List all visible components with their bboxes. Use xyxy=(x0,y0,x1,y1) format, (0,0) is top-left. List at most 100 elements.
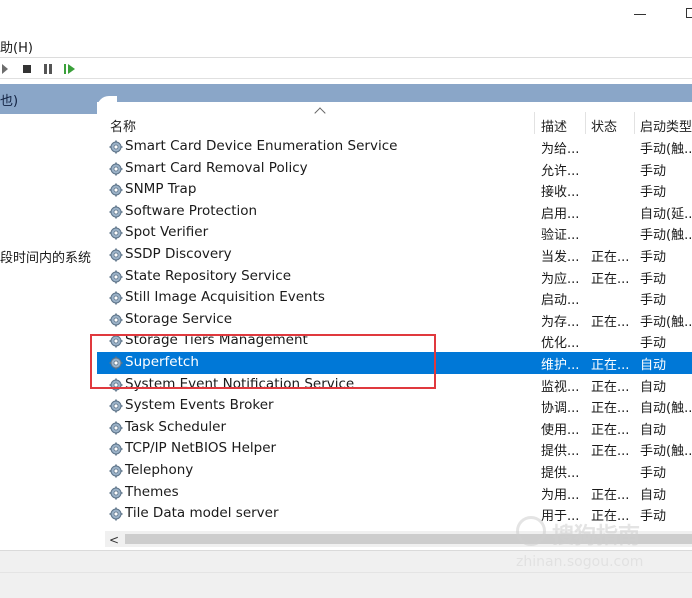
service-name: SNMP Trap xyxy=(125,181,197,198)
service-row[interactable]: Telephony 提供... 手动 xyxy=(97,460,692,482)
service-startup-type: 手动 xyxy=(640,271,667,287)
service-row[interactable]: State Repository Service 为应... 正在... 手动 xyxy=(97,266,692,288)
service-startup-type: 手动 xyxy=(640,185,667,201)
service-desc: 启用... xyxy=(541,206,580,222)
service-desc: 启动... xyxy=(541,293,580,309)
toolbar xyxy=(0,57,692,79)
restart-service-icon[interactable] xyxy=(64,64,76,74)
service-startup-type: 自动(延... xyxy=(640,206,692,222)
gear-icon xyxy=(109,442,123,456)
stop-service-icon[interactable] xyxy=(23,65,31,73)
service-name: SSDP Discovery xyxy=(125,246,232,262)
service-startup-type: 手动(触... xyxy=(640,444,692,460)
minimize-icon[interactable] xyxy=(634,6,648,20)
service-name: Themes xyxy=(125,483,179,500)
gear-icon xyxy=(109,486,123,500)
scroll-left-arrow[interactable]: < xyxy=(109,533,119,547)
gear-icon xyxy=(109,270,123,284)
service-name: Storage Service xyxy=(125,310,233,327)
menu-bar: 助(H) xyxy=(0,34,692,56)
service-startup-type: 自动 xyxy=(640,422,667,438)
service-name: Still Image Acquisition Events xyxy=(125,289,325,306)
service-startup-type: 手动 xyxy=(640,336,667,352)
service-desc: 为应... xyxy=(541,271,580,287)
service-startup-type: 手动 xyxy=(640,250,667,265)
gear-icon xyxy=(109,313,123,327)
service-row[interactable]: Spot Verifier 验证... 手动(触... xyxy=(97,222,692,244)
watermark-brand: 搜狗指南 xyxy=(552,524,641,549)
maximize-icon[interactable] xyxy=(686,8,692,18)
gear-icon xyxy=(109,183,123,197)
service-description-text: 段时间内的系统 xyxy=(0,251,92,266)
service-row[interactable]: Storage Service 为存... 正在... 手动(触... xyxy=(97,309,692,331)
service-status: 正在... xyxy=(591,379,630,395)
service-name: Spot Verifier xyxy=(125,224,209,241)
left-panel-header-text: 也) xyxy=(0,94,19,109)
gear-icon xyxy=(109,291,123,305)
gear-icon xyxy=(109,248,123,262)
column-header-startup[interactable]: 启动类型 xyxy=(640,116,692,135)
service-startup-type: 手动 xyxy=(640,163,667,179)
service-status: 正在... xyxy=(591,487,630,503)
service-startup-type: 自动 xyxy=(640,379,667,395)
pause-service-icon[interactable] xyxy=(44,64,52,74)
service-name: System Events Broker xyxy=(125,397,274,414)
service-desc: 允许... xyxy=(541,163,580,179)
service-startup-type: 自动 xyxy=(640,358,667,373)
service-startup-type: 手动(触... xyxy=(640,228,692,244)
start-service-icon[interactable] xyxy=(2,64,8,74)
service-row[interactable]: Task Scheduler 使用... 正在... 自动 xyxy=(97,417,692,439)
service-row[interactable]: SSDP Discovery 当发... 正在... 手动 xyxy=(97,244,692,266)
service-name: State Repository Service xyxy=(125,267,291,284)
service-status: 正在... xyxy=(591,271,630,287)
watermark: 搜狗指南 zhinan.sogou.com xyxy=(516,516,686,576)
service-row[interactable]: TCP/IP NetBIOS Helper 提供... 正在... 手动(触... xyxy=(97,438,692,460)
column-header-desc[interactable]: 描述 xyxy=(541,116,567,135)
service-row[interactable]: Still Image Acquisition Events 启动... 手动 xyxy=(97,287,692,309)
gear-icon xyxy=(109,162,123,176)
gear-icon xyxy=(109,507,123,521)
service-desc: 监视... xyxy=(541,379,580,395)
service-row[interactable]: Software Protection 启用... 自动(延... xyxy=(97,201,692,223)
service-row[interactable]: Smart Card Removal Policy 允许... 手动 xyxy=(97,158,692,180)
service-row[interactable]: Smart Card Device Enumeration Service 为给.… xyxy=(97,136,692,158)
service-desc: 为存... xyxy=(541,314,580,330)
service-row[interactable]: System Events Broker 协调... 正在... 自动(触... xyxy=(97,395,692,417)
service-desc: 提供... xyxy=(541,444,580,460)
gear-icon xyxy=(109,421,123,435)
service-desc: 维护... xyxy=(541,358,580,373)
sogou-logo-icon xyxy=(516,516,546,546)
service-name: Telephony xyxy=(125,462,194,478)
service-status: 正在... xyxy=(591,401,630,417)
menu-help[interactable]: 助(H) xyxy=(0,37,33,56)
watermark-url: zhinan.sogou.com xyxy=(516,554,644,570)
service-desc: 协调... xyxy=(541,401,580,417)
title-bar xyxy=(0,0,692,32)
service-row[interactable]: Themes 为用... 正在... 自动 xyxy=(97,482,692,504)
service-name: Software Protection xyxy=(125,202,258,219)
service-row[interactable]: SNMP Trap 接收... 手动 xyxy=(97,179,692,201)
service-status: 正在... xyxy=(591,250,630,265)
service-startup-type: 自动(触... xyxy=(640,401,692,417)
service-startup-type: 手动(触... xyxy=(640,142,692,157)
gear-icon xyxy=(109,140,123,154)
gear-icon xyxy=(109,226,123,240)
service-status: 正在... xyxy=(591,444,630,460)
column-header-status[interactable]: 状态 xyxy=(591,116,617,135)
service-desc: 为用... xyxy=(541,487,580,503)
column-header-name[interactable]: 名称 xyxy=(110,116,136,135)
service-startup-type: 手动 xyxy=(640,293,667,309)
service-desc: 接收... xyxy=(541,185,580,201)
service-desc: 提供... xyxy=(541,466,580,481)
service-startup-type: 手动(触... xyxy=(640,314,692,330)
service-startup-type: 手动 xyxy=(640,466,667,481)
service-name: TCP/IP NetBIOS Helper xyxy=(125,440,277,457)
service-name: Task Scheduler xyxy=(125,418,227,435)
service-status: 正在... xyxy=(591,358,630,373)
service-desc: 使用... xyxy=(541,422,580,438)
service-status: 正在... xyxy=(591,314,630,330)
service-desc: 当发... xyxy=(541,250,580,265)
gear-icon xyxy=(109,464,123,478)
header-band xyxy=(97,84,692,102)
service-name: Smart Card Device Enumeration Service xyxy=(125,138,398,154)
